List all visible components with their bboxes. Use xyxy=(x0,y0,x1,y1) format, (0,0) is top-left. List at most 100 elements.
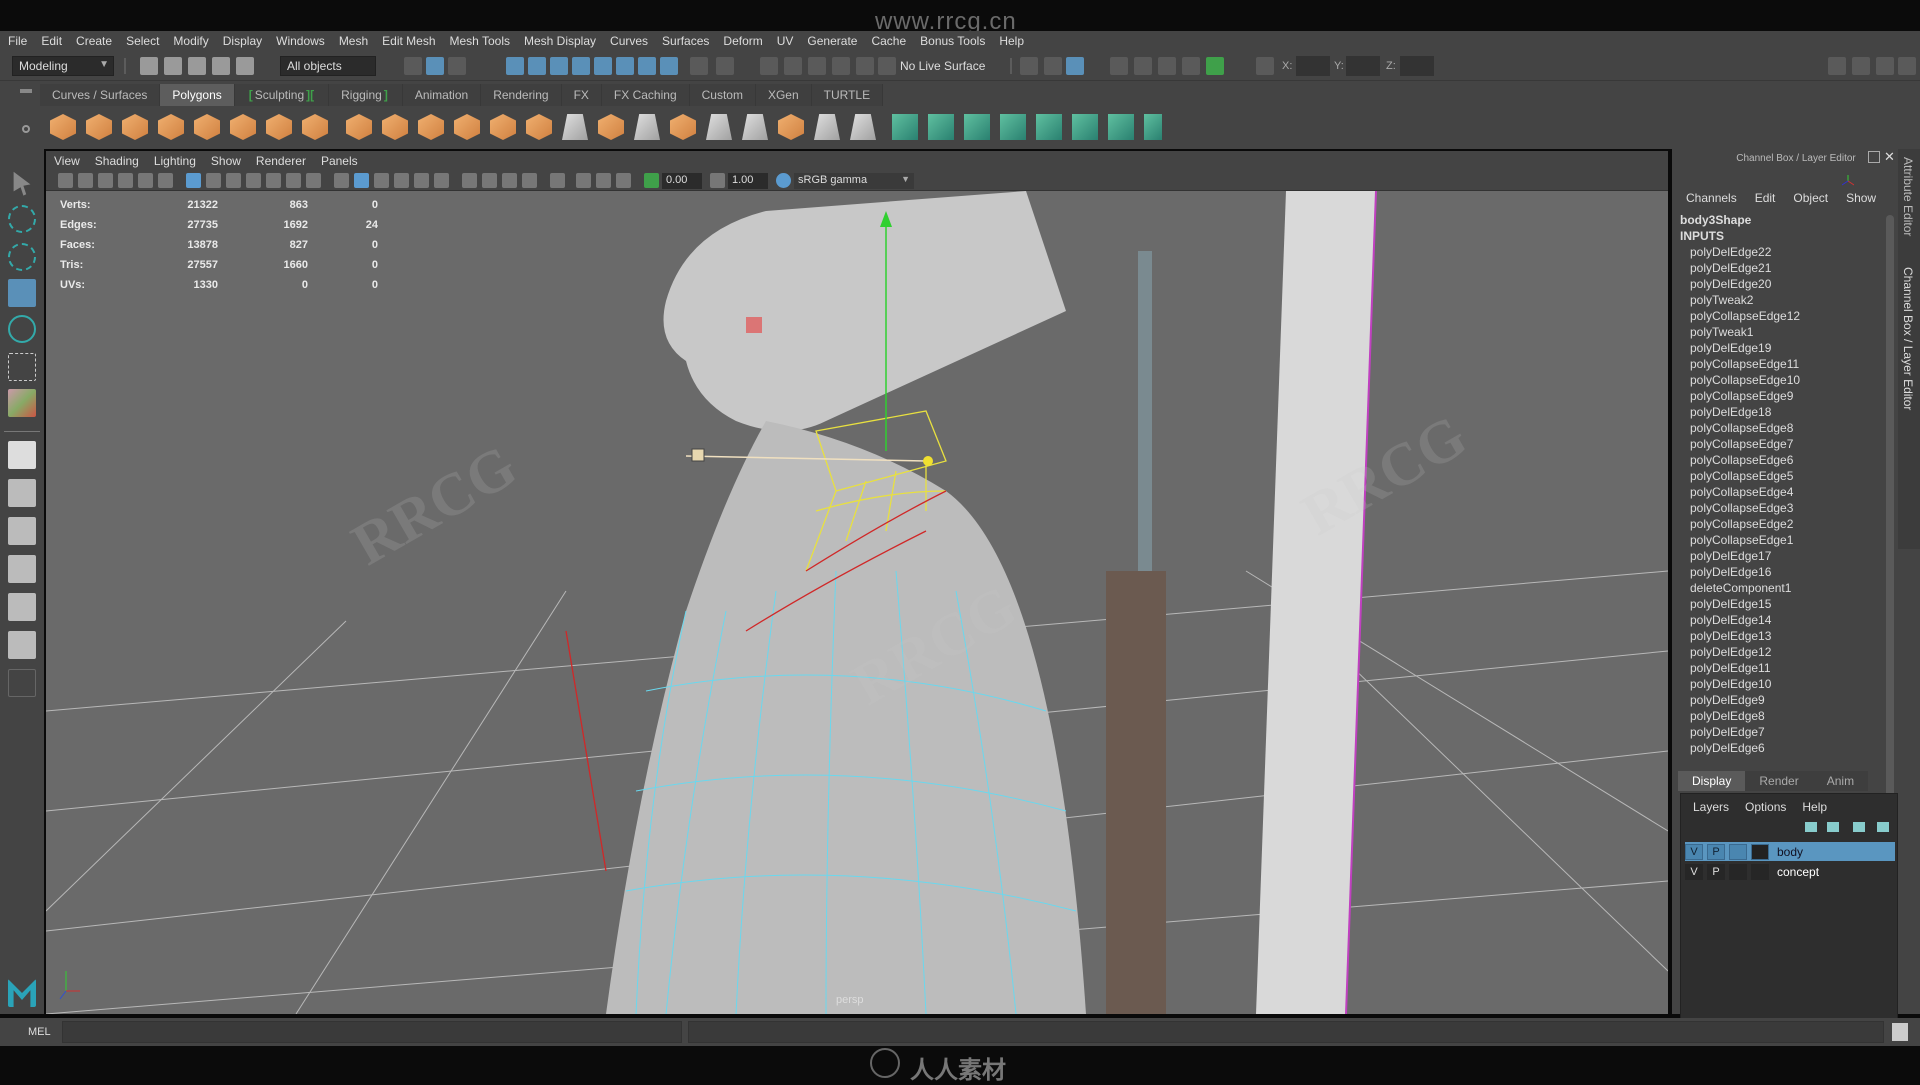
menu-edit[interactable]: Edit xyxy=(41,34,62,48)
panel-menu-show[interactable]: Show xyxy=(211,154,241,168)
bevel-icon[interactable] xyxy=(598,114,624,140)
input-node[interactable]: polyDelEdge13 xyxy=(1680,628,1898,644)
snap-live-icon[interactable] xyxy=(616,57,634,75)
input-node[interactable]: polyCollapseEdge3 xyxy=(1680,500,1898,516)
separate-icon[interactable] xyxy=(382,114,408,140)
input-node[interactable]: polyCollapseEdge5 xyxy=(1680,468,1898,484)
cb-menu-show[interactable]: Show xyxy=(1846,191,1876,205)
snap-view-plane-icon[interactable] xyxy=(572,57,590,75)
ambient-occlusion-icon[interactable] xyxy=(482,173,497,188)
poly-torus-icon[interactable] xyxy=(230,114,256,140)
z-field[interactable] xyxy=(1400,56,1434,76)
isolate-select-icon[interactable] xyxy=(550,173,565,188)
visibility-toggle[interactable]: V xyxy=(1685,863,1703,880)
input-node[interactable]: polyCollapseEdge2 xyxy=(1680,516,1898,532)
move-manipulator-x-handle[interactable] xyxy=(691,448,705,462)
hypergraph-layout-icon[interactable] xyxy=(8,593,36,621)
shelf-tab-custom[interactable]: Custom xyxy=(689,84,756,106)
shelf-tab-rendering[interactable]: Rendering xyxy=(481,84,562,106)
float-panel-icon[interactable] xyxy=(1868,151,1880,163)
menu-select[interactable]: Select xyxy=(126,34,159,48)
ipr-render-icon[interactable] xyxy=(1158,57,1176,75)
shelf-tab-turtle[interactable]: TURTLE xyxy=(811,84,884,106)
selection-mask-dropdown[interactable]: All objects xyxy=(280,56,376,76)
gamma-icon[interactable] xyxy=(710,173,725,188)
shelf-tab-rigging[interactable]: Rigging] xyxy=(329,84,403,106)
playback-toggle[interactable]: P xyxy=(1707,843,1725,860)
input-node[interactable]: polyDelEdge20 xyxy=(1680,276,1898,292)
move-layer-up-icon[interactable] xyxy=(1805,822,1817,832)
layer-menu-layers[interactable]: Layers xyxy=(1693,800,1729,814)
anti-aliasing-icon[interactable] xyxy=(522,173,537,188)
safe-action-icon[interactable] xyxy=(286,173,301,188)
new-layer-selected-icon[interactable] xyxy=(1877,822,1889,832)
poly-cone-icon[interactable] xyxy=(158,114,184,140)
bridge-icon[interactable] xyxy=(526,114,552,140)
input-node[interactable]: deleteComponent1 xyxy=(1680,580,1898,596)
menu-windows[interactable]: Windows xyxy=(276,34,325,48)
custom-layout-icon[interactable] xyxy=(8,631,36,659)
display-type-toggle[interactable] xyxy=(1729,843,1747,860)
layer-menu-options[interactable]: Options xyxy=(1745,800,1786,814)
uv-spherical-icon[interactable] xyxy=(964,114,990,140)
input-node[interactable]: polyDelEdge10 xyxy=(1680,676,1898,692)
help-snap-icon[interactable] xyxy=(660,57,678,75)
menu-surfaces[interactable]: Surfaces xyxy=(662,34,709,48)
input-node[interactable]: polyCollapseEdge4 xyxy=(1680,484,1898,500)
panel-menu-panels[interactable]: Panels xyxy=(321,154,358,168)
menu-edit-mesh[interactable]: Edit Mesh xyxy=(382,34,435,48)
menu-deform[interactable]: Deform xyxy=(723,34,762,48)
magnet-3-icon[interactable] xyxy=(878,57,896,75)
input-node[interactable]: polyCollapseEdge9 xyxy=(1680,388,1898,404)
input-node[interactable]: polyDelEdge22 xyxy=(1680,244,1898,260)
command-input[interactable] xyxy=(62,1021,682,1043)
menu-mesh-tools[interactable]: Mesh Tools xyxy=(450,34,510,48)
panel-menu-view[interactable]: View xyxy=(54,154,80,168)
input-node[interactable]: polyCollapseEdge10 xyxy=(1680,372,1898,388)
combine-icon[interactable] xyxy=(346,114,372,140)
textured-icon[interactable] xyxy=(414,173,429,188)
input-node[interactable]: polyDelEdge12 xyxy=(1680,644,1898,660)
layer-color-swatch[interactable] xyxy=(1751,843,1769,860)
rotate-tool-icon[interactable] xyxy=(8,315,36,343)
menu-bonus-tools[interactable]: Bonus Tools xyxy=(920,34,985,48)
open-scene-icon[interactable] xyxy=(164,57,182,75)
extrude-icon[interactable] xyxy=(490,114,516,140)
close-icon[interactable]: ✕ xyxy=(1884,149,1895,165)
input-node[interactable]: polyDelEdge19 xyxy=(1680,340,1898,356)
shelf-tab-fx[interactable]: FX xyxy=(561,84,602,106)
layer-menu-help[interactable]: Help xyxy=(1802,800,1827,814)
gamma-field[interactable]: 1.00 xyxy=(728,173,768,189)
menu-modify[interactable]: Modify xyxy=(173,34,208,48)
mirror-icon[interactable] xyxy=(418,114,444,140)
x-field[interactable] xyxy=(1296,56,1330,76)
snap-curve-icon[interactable] xyxy=(528,57,546,75)
make-live-icon[interactable] xyxy=(832,57,850,75)
workspace-dropdown[interactable]: Modeling ▼ xyxy=(12,56,114,76)
input-node[interactable]: polyDelEdge15 xyxy=(1680,596,1898,612)
render-settings-icon[interactable] xyxy=(1182,57,1200,75)
uv-layout-icon[interactable] xyxy=(1072,114,1098,140)
exposure-field[interactable]: 0.00 xyxy=(662,173,702,189)
input-node[interactable]: polyDelEdge16 xyxy=(1680,564,1898,580)
image-plane-icon[interactable] xyxy=(118,173,133,188)
perspective-viewport[interactable]: Verts: 21322 863 0 Edges: 27735 1692 24 Faces:… xyxy=(46,191,1668,1014)
scale-tool-icon[interactable] xyxy=(8,353,36,381)
menu-curves[interactable]: Curves xyxy=(610,34,648,48)
panel-menu-renderer[interactable]: Renderer xyxy=(256,154,306,168)
exposure-icon[interactable] xyxy=(644,173,659,188)
visibility-toggle[interactable]: V xyxy=(1685,843,1703,860)
select-component-icon[interactable] xyxy=(448,57,466,75)
resolution-gate-icon[interactable] xyxy=(226,173,241,188)
layer-row-body[interactable]: V P body xyxy=(1685,842,1895,861)
quad-draw-icon[interactable] xyxy=(814,114,840,140)
poly-plane-icon[interactable] xyxy=(194,114,220,140)
tab-attribute-editor[interactable]: Attribute Editor xyxy=(1901,157,1915,236)
menu-cache[interactable]: Cache xyxy=(871,34,906,48)
snap-surface-icon[interactable] xyxy=(594,57,612,75)
two-d-pan-icon[interactable] xyxy=(138,173,153,188)
xray-joints-icon[interactable] xyxy=(596,173,611,188)
menu-help[interactable]: Help xyxy=(999,34,1024,48)
xray-icon[interactable] xyxy=(576,173,591,188)
four-pane-layout-icon[interactable] xyxy=(8,479,36,507)
